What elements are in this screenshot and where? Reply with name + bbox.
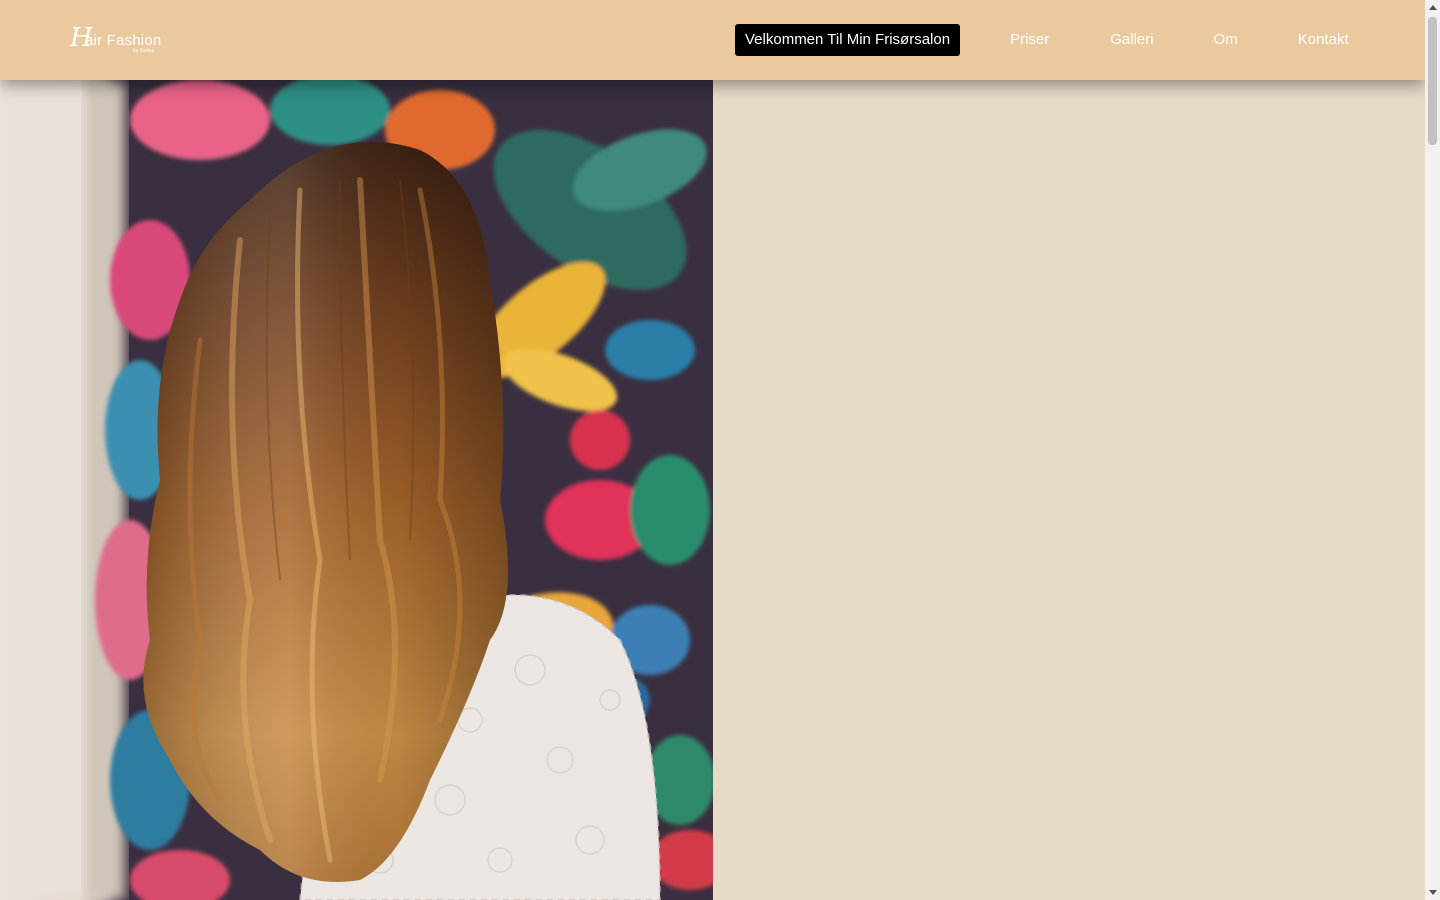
site-header: H air Fashion by Karina Velkommen Til Mi… [0,0,1425,80]
hero-side-panel [713,80,1425,900]
hero-hair-photo [0,80,713,900]
hero-photo-illustration [0,80,713,900]
brand-logo[interactable]: H air Fashion by Karina [70,22,170,58]
nav-item-priser[interactable]: Priser [1010,24,1049,56]
nav-item-galleri[interactable]: Galleri [1110,24,1153,56]
logo-tagline: by Karina [133,48,155,54]
main-navigation: Velkommen Til Min Frisørsalon Priser Gal… [735,24,1349,56]
arrow-down-icon [1428,890,1437,895]
page: H air Fashion by Karina Velkommen Til Mi… [0,0,1440,900]
nav-item-velkommen[interactable]: Velkommen Til Min Frisørsalon [735,24,961,56]
scroll-down-button[interactable] [1425,885,1440,900]
arrow-up-icon [1428,5,1437,10]
logo-wordmark: air Fashion [85,32,162,49]
nav-item-kontakt[interactable]: Kontakt [1298,24,1349,56]
nav-item-om[interactable]: Om [1214,24,1238,56]
scrollbar-thumb[interactable] [1428,17,1437,145]
scroll-up-button[interactable] [1425,0,1440,15]
vertical-scrollbar[interactable] [1425,0,1440,900]
